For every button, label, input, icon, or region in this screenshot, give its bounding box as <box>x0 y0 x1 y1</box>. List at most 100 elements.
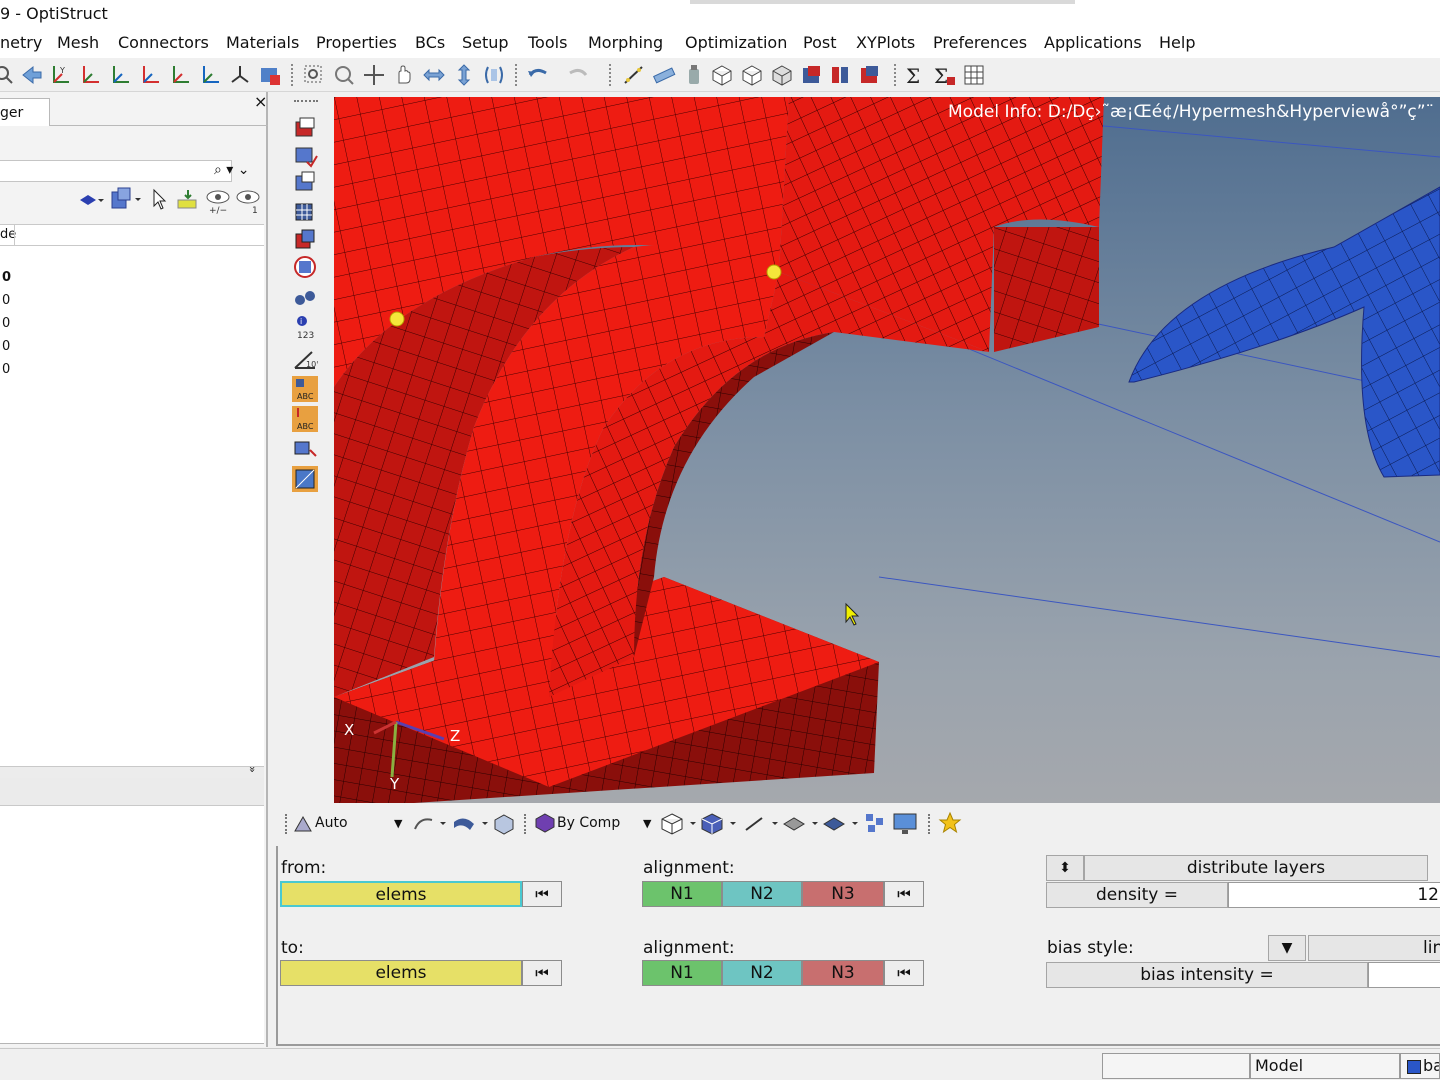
measure-icon[interactable] <box>622 63 646 87</box>
pointer-icon[interactable] <box>150 188 170 212</box>
element-wire-icon[interactable] <box>660 812 698 836</box>
results-contour-icon[interactable] <box>858 63 882 87</box>
bias-style-select[interactable]: linear <box>1308 935 1440 961</box>
transform-icon[interactable] <box>292 436 318 462</box>
center-icon[interactable] <box>362 63 386 87</box>
display-mode-select[interactable]: Auto <box>315 815 348 831</box>
view-xz-front-icon[interactable] <box>168 63 192 87</box>
unmask-icon[interactable] <box>292 142 318 168</box>
to-reset-button[interactable]: ⏮ <box>522 960 562 986</box>
solid-display-icon[interactable] <box>492 812 516 836</box>
menu-xyplots[interactable]: XYPlots <box>856 33 915 52</box>
to-n1-button[interactable]: N1 <box>642 960 722 986</box>
summary-icon[interactable]: Σ <box>902 63 926 87</box>
menu-applications[interactable]: Applications <box>1044 33 1142 52</box>
browser-search-input[interactable] <box>0 160 232 182</box>
3d-element-icon[interactable] <box>822 812 860 836</box>
density-field[interactable]: 12 <box>1228 882 1440 908</box>
mass-icon[interactable] <box>682 63 706 87</box>
menu-morphing[interactable]: Morphing <box>588 33 663 52</box>
color-mode-select[interactable]: By Comp <box>557 815 620 831</box>
from-n1-button[interactable]: N1 <box>642 881 722 907</box>
menu-preferences[interactable]: Preferences <box>933 33 1027 52</box>
panel-splitter[interactable]: » <box>0 766 264 778</box>
2d-element-icon[interactable] <box>782 812 820 836</box>
summary-template-icon[interactable]: Σ <box>932 63 956 87</box>
cube-wire-icon[interactable] <box>710 63 734 87</box>
graphics-viewport[interactable]: Model Info: D:/Dç›˜æ¡Œé¢/Hypermesh&Hyper… <box>334 97 1440 803</box>
view-yz-right-icon[interactable] <box>138 63 162 87</box>
menu-optimization[interactable]: Optimization <box>685 33 787 52</box>
browser-tab[interactable]: ger <box>0 98 50 126</box>
shaded-elements-icon[interactable] <box>800 63 824 87</box>
close-icon[interactable]: × <box>254 92 267 111</box>
isolate-icon[interactable] <box>176 188 200 212</box>
list-item[interactable]: 0 <box>2 293 10 308</box>
node-marker[interactable] <box>389 311 405 327</box>
mesh-model[interactable] <box>334 97 1440 803</box>
view-yz-left-icon[interactable] <box>108 63 132 87</box>
view-iso-icon[interactable] <box>228 63 252 87</box>
geometry-display-icon[interactable] <box>412 814 448 834</box>
toggle-arrows-icon[interactable]: ⬍ <box>1046 855 1084 881</box>
zoom-window-icon[interactable] <box>302 63 326 87</box>
view-xz-back-icon[interactable] <box>198 63 222 87</box>
fit-model-icon[interactable] <box>332 63 356 87</box>
list-item[interactable]: 0 <box>2 339 10 354</box>
wireframe-auto-icon[interactable] <box>292 813 314 835</box>
show-only-icon[interactable]: 1 <box>234 188 262 214</box>
mask-icon[interactable] <box>292 114 318 140</box>
clipping-plane-icon[interactable] <box>292 466 318 492</box>
search-icon[interactable]: ⌕ ▾ ⌄ <box>214 162 250 178</box>
menu-setup[interactable]: Setup <box>462 33 509 52</box>
mesh-display-icon[interactable] <box>292 198 318 224</box>
from-n2-button[interactable]: N2 <box>722 881 802 907</box>
undo-icon[interactable] <box>526 63 550 87</box>
collapse-icon[interactable]: » <box>246 766 259 773</box>
menu-properties[interactable]: Properties <box>316 33 397 52</box>
explode-icon[interactable] <box>864 812 886 836</box>
label-abc-icon[interactable]: ABC <box>292 376 318 402</box>
from-alignment-reset-button[interactable]: ⏮ <box>884 881 924 907</box>
element-shrink-icon[interactable] <box>292 226 318 252</box>
list-item[interactable]: 0 <box>2 316 10 331</box>
pan-vertical-icon[interactable] <box>452 63 476 87</box>
element-shaded-icon[interactable] <box>700 812 738 836</box>
menu-geometry[interactable]: netry <box>0 33 42 52</box>
view-xy-bottom-icon[interactable] <box>78 63 102 87</box>
bias-intensity-field[interactable] <box>1368 962 1440 988</box>
find-icon[interactable] <box>292 170 318 196</box>
from-elems-selector[interactable]: elems <box>280 881 522 907</box>
normals-icon[interactable] <box>292 254 318 280</box>
numbers-icon[interactable]: i 123 <box>292 314 318 340</box>
menu-bcs[interactable]: BCs <box>415 33 445 52</box>
pan-horizontal-icon[interactable] <box>422 63 446 87</box>
to-alignment-reset-button[interactable]: ⏮ <box>884 960 924 986</box>
menu-materials[interactable]: Materials <box>226 33 299 52</box>
menu-help[interactable]: Help <box>1159 33 1195 52</box>
view-xy-top-icon[interactable]: Y <box>48 63 72 87</box>
show-hide-icon[interactable]: +/− <box>204 188 232 214</box>
component-filter-icon[interactable] <box>78 190 104 212</box>
view-save-icon[interactable] <box>258 63 282 87</box>
menu-tools[interactable]: Tools <box>528 33 567 52</box>
rotate-icon[interactable] <box>482 63 506 87</box>
distribute-layers-toggle[interactable]: distribute layers <box>1084 855 1428 881</box>
monitor-icon[interactable] <box>892 812 918 836</box>
star-icon[interactable] <box>938 811 962 835</box>
menu-post[interactable]: Post <box>803 33 836 52</box>
label-remove-icon[interactable]: ABC <box>292 406 318 432</box>
cube-hidden-icon[interactable] <box>740 63 764 87</box>
to-elems-selector[interactable]: elems <box>280 960 522 986</box>
entity-view-icon[interactable] <box>108 186 142 214</box>
chevron-down-icon[interactable]: ▼ <box>394 817 402 830</box>
chevron-down-icon[interactable]: ▼ <box>1268 935 1306 961</box>
list-item[interactable]: 0 <box>2 362 10 377</box>
zoom-icon[interactable] <box>0 63 16 87</box>
to-n3-button[interactable]: N3 <box>802 960 884 986</box>
spreadsheet-icon[interactable] <box>962 63 986 87</box>
node-marker[interactable] <box>766 264 782 280</box>
from-reset-button[interactable]: ⏮ <box>522 881 562 907</box>
menu-mesh[interactable]: Mesh <box>57 33 99 52</box>
surface-display-icon[interactable] <box>452 814 490 834</box>
